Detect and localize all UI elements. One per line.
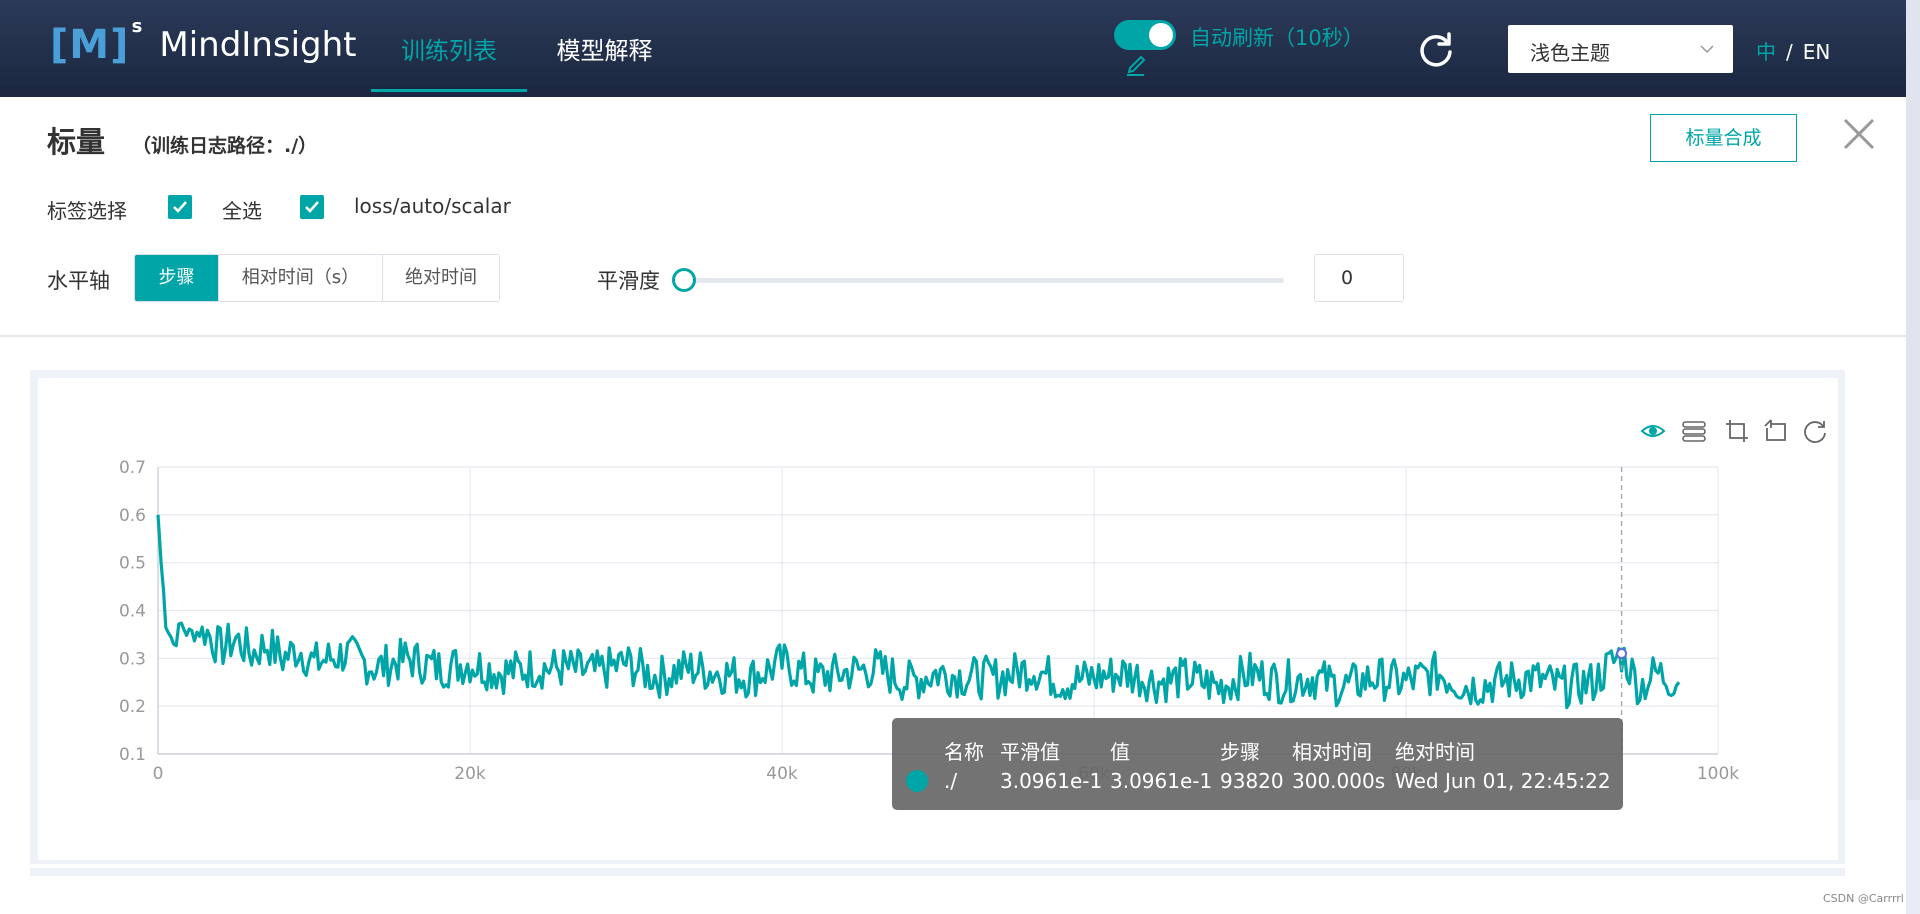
tooltip-value-step: 93820 (1220, 769, 1284, 793)
chart-tooltip: 名称 平滑值 值 步骤 相对时间 绝对时间 ./ 3.0961e-1 3.096… (892, 718, 1623, 810)
tooltip-value-relative-time: 300.000s (1292, 769, 1386, 793)
page-scrollbar[interactable] (1906, 0, 1920, 914)
tooltip-header-absolute-time: 绝对时间 (1395, 740, 1475, 764)
tooltip-value-smoothed: 3.0961e-1 (1000, 769, 1103, 793)
tooltip-header-value: 值 (1110, 740, 1130, 764)
y-tick-label: 0.5 (119, 554, 146, 574)
loss-series-line (156, 514, 1681, 710)
y-tick-label: 0.2 (119, 697, 146, 717)
series-color-dot (906, 770, 928, 792)
y-tick-label: 0.3 (119, 649, 146, 669)
tooltip-header-relative-time: 相对时间 (1292, 740, 1372, 764)
tooltip-value-value: 3.0961e-1 (1110, 769, 1213, 793)
hover-point (1616, 648, 1628, 660)
tooltip-header-smoothed: 平滑值 (1000, 740, 1060, 764)
tooltip-value-absolute-time: Wed Jun 01, 22:45:22 (1395, 769, 1611, 793)
x-tick-label: 20k (454, 764, 486, 784)
scrollbar-thumb[interactable] (1906, 0, 1920, 800)
y-tick-label: 0.1 (119, 745, 146, 765)
y-tick-label: 0.6 (119, 506, 146, 526)
y-tick-label: 0.4 (119, 602, 146, 622)
y-tick-label: 0.7 (119, 458, 146, 478)
footer-watermark: CSDN @Carrrrl (1823, 892, 1904, 905)
x-tick-label: 40k (766, 764, 798, 784)
x-tick-label: 0 (153, 764, 164, 784)
tooltip-value-name: ./ (944, 769, 958, 793)
x-tick-label: 100k (1697, 764, 1739, 784)
tooltip-header-step: 步骤 (1220, 740, 1260, 764)
tooltip-header-name: 名称 (944, 740, 984, 764)
